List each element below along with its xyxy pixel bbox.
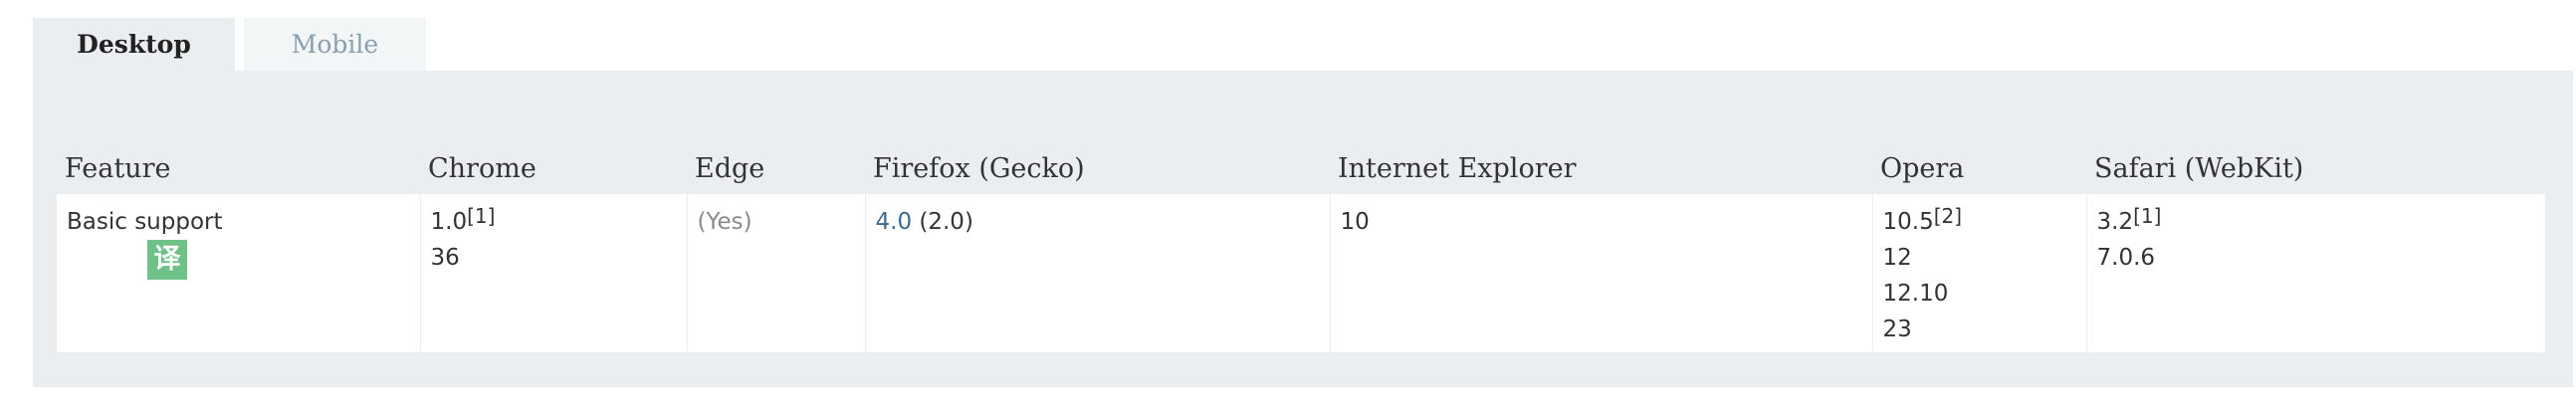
opera-version: 23 <box>1882 316 1912 342</box>
cell-internet-explorer: 10 <box>1329 194 1872 352</box>
opera-version: 12.10 <box>1882 281 1949 307</box>
footnote-link[interactable]: [1] <box>2133 204 2161 228</box>
chrome-version: 36 <box>430 245 460 271</box>
header-safari: Safari (WebKit) <box>2086 120 2545 194</box>
feature-name: Basic support <box>67 209 223 235</box>
cell-opera: 10.5[2] 12 12.10 23 <box>1871 194 2086 352</box>
cell-chrome: 1.0[1] 36 <box>419 194 687 352</box>
compat-panel: Feature Chrome Edge Firefox (Gecko) Inte… <box>33 71 2573 387</box>
firefox-gecko-version: (2.0) <box>912 209 973 235</box>
footnote-link[interactable]: [1] <box>467 204 495 228</box>
header-chrome: Chrome <box>420 120 687 194</box>
header-feature: Feature <box>57 120 420 194</box>
compat-table: Feature Chrome Edge Firefox (Gecko) Inte… <box>57 120 2545 352</box>
safari-version: 7.0.6 <box>2096 245 2156 271</box>
firefox-version-link[interactable]: 4.0 <box>876 209 913 235</box>
header-edge: Edge <box>687 120 865 194</box>
opera-version-value: 10.5 <box>1882 209 1934 235</box>
cell-firefox: 4.0 (2.0) <box>864 194 1330 352</box>
translate-icon[interactable]: 译 <box>147 240 187 280</box>
cell-feature: Basic support 译 <box>57 194 420 352</box>
tab-mobile[interactable]: Mobile <box>244 18 426 71</box>
footnote-link[interactable]: [2] <box>1934 204 1962 228</box>
chrome-version: 1.0[1] <box>431 204 679 240</box>
table-row: Basic support 译 1.0[1] 36 (Yes) 4.0 (2.0… <box>57 194 2545 352</box>
firefox-version: 4.0 (2.0) <box>876 204 1322 240</box>
safari-version-value: 3.2 <box>2096 209 2134 235</box>
opera-version: 12 <box>1882 245 1912 271</box>
ie-version: 10 <box>1340 209 1370 235</box>
platform-tabs: Desktop Mobile <box>33 18 426 71</box>
compat-page: Desktop Mobile Feature Chrome Edge Firef… <box>0 0 2576 420</box>
edge-version: (Yes) <box>697 209 752 235</box>
cell-safari: 3.2[1] 7.0.6 <box>2085 194 2545 352</box>
table-header-row: Feature Chrome Edge Firefox (Gecko) Inte… <box>57 120 2545 194</box>
opera-version: 10.5[2] <box>1883 204 2078 240</box>
safari-version: 3.2[1] <box>2097 204 2538 240</box>
cell-edge: (Yes) <box>686 194 865 352</box>
header-opera: Opera <box>1872 120 2086 194</box>
chrome-version-value: 1.0 <box>430 209 468 235</box>
header-firefox: Firefox (Gecko) <box>865 120 1330 194</box>
tab-desktop[interactable]: Desktop <box>33 18 235 71</box>
header-internet-explorer: Internet Explorer <box>1330 120 1872 194</box>
